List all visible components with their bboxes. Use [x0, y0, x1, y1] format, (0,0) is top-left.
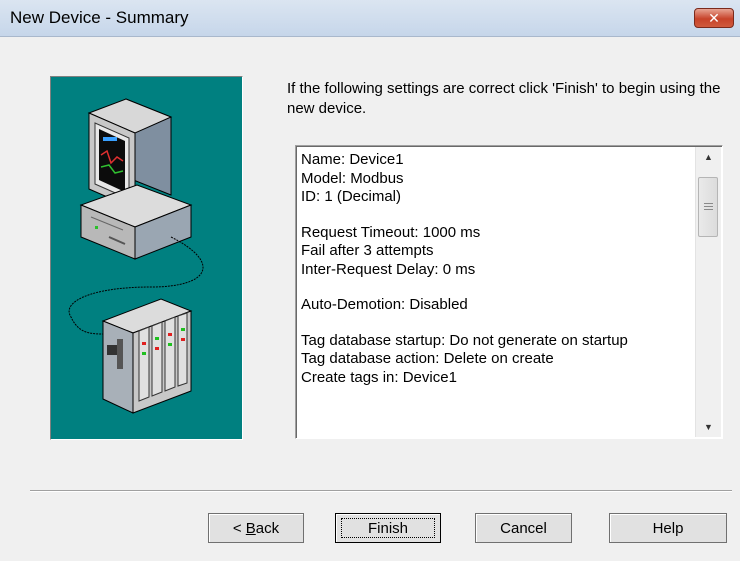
- scroll-thumb[interactable]: [698, 177, 718, 237]
- wizard-illustration: [50, 76, 243, 440]
- scroll-down-arrow-icon[interactable]: ▼: [696, 417, 721, 437]
- summary-line: Model: Modbus: [301, 169, 404, 187]
- device-rack-illustration: [101, 298, 193, 414]
- vertical-scrollbar[interactable]: ▲ ▼: [695, 147, 721, 437]
- back-button-rest: ack: [255, 519, 280, 537]
- summary-blank-line: [301, 315, 691, 332]
- summary-line: Tag database action: Delete on create: [301, 350, 554, 367]
- back-button[interactable]: < Back: [208, 513, 304, 543]
- instruction-text: If the following settings are correct cl…: [287, 80, 721, 117]
- title-bar: New Device - Summary ✕: [0, 0, 740, 37]
- summary-line: Auto-Demotion: Disabled: [301, 296, 468, 313]
- back-button-prefix: <: [232, 519, 246, 537]
- summary-line: Inter-Request Delay: 0 ms: [301, 260, 476, 278]
- computer-device-illustration: [68, 98, 204, 414]
- summary-line: ID: 1 (Decimal): [301, 188, 402, 205]
- summary-line: Tag database startup: Do not generate on…: [301, 331, 628, 349]
- cancel-button-label: Cancel: [500, 519, 547, 537]
- window-title: New Device - Summary: [10, 8, 189, 27]
- summary-line: Name: Device1: [301, 151, 404, 168]
- summary-line: Request Timeout: 1000 ms: [301, 223, 481, 241]
- focus-rectangle: [341, 518, 435, 538]
- close-icon: ✕: [708, 9, 720, 26]
- scroll-up-arrow-icon[interactable]: ▲: [696, 147, 721, 167]
- summary-blank-line: [301, 207, 691, 224]
- back-button-mnemonic: B: [245, 519, 256, 537]
- settings-summary-box[interactable]: Name: Device1 Model: Modbus ID: 1 (Decim…: [295, 145, 723, 439]
- finish-button[interactable]: Finish: [335, 513, 441, 543]
- computer-illustration: [79, 98, 193, 260]
- settings-summary-text: Name: Device1 Model: Modbus ID: 1 (Decim…: [301, 151, 691, 387]
- help-button[interactable]: Help: [609, 513, 727, 543]
- summary-blank-line: [301, 279, 691, 296]
- separator-line: [30, 490, 732, 492]
- help-button-label: Help: [652, 519, 684, 537]
- summary-line: Fail after 3 attempts: [301, 242, 434, 259]
- close-button[interactable]: ✕: [694, 8, 734, 28]
- summary-line: Create tags in: Device1: [301, 368, 457, 386]
- cancel-button[interactable]: Cancel: [475, 513, 572, 543]
